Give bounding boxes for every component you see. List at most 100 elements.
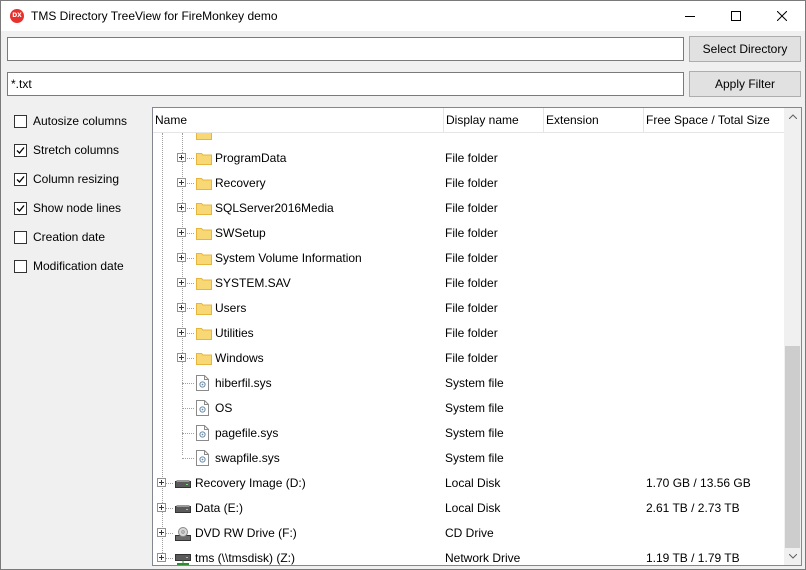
- folder-icon: [196, 252, 212, 268]
- tree-row[interactable]: OS System file: [153, 396, 785, 421]
- expand-toggle[interactable]: [177, 353, 186, 362]
- select-directory-button[interactable]: Select Directory: [689, 36, 801, 62]
- row-name: Utilities: [215, 326, 254, 340]
- option-column-resizing[interactable]: Column resizing: [14, 171, 144, 187]
- row-name: Recovery Image (D:): [195, 476, 306, 490]
- tree-row[interactable]: Utilities File folder: [153, 321, 785, 346]
- tree-row[interactable]: pagefile.sys System file: [153, 421, 785, 446]
- tree-row[interactable]: Recovery File folder: [153, 171, 785, 196]
- expand-toggle[interactable]: [177, 253, 186, 262]
- checkbox[interactable]: [14, 201, 27, 215]
- tree-row[interactable]: DVD RW Drive (F:) CD Drive: [153, 521, 785, 546]
- checkmark-icon: [16, 204, 25, 212]
- option-autosize-columns[interactable]: Autosize columns: [14, 113, 144, 129]
- checkmark-icon: [16, 175, 25, 183]
- folder-icon: [196, 327, 212, 343]
- option-modification-date[interactable]: Modification date: [14, 258, 144, 274]
- expand-toggle[interactable]: [157, 553, 166, 562]
- row-display-name: File folder: [445, 276, 498, 290]
- row-display-name: Local Disk: [445, 501, 501, 515]
- column-header-display-name[interactable]: Display name: [444, 108, 544, 133]
- tree-row[interactable]: Users File folder: [153, 296, 785, 321]
- expand-toggle[interactable]: [177, 228, 186, 237]
- checkbox[interactable]: [14, 172, 27, 186]
- row-display-name: Local Disk: [445, 476, 501, 490]
- expand-toggle[interactable]: [177, 328, 186, 337]
- tree-rows: ProgramData File folder Recovery File folde…: [153, 133, 785, 565]
- scrollbar-thumb[interactable]: [785, 346, 800, 548]
- tree-row[interactable]: swapfile.sys System file: [153, 446, 785, 471]
- option-label: Modification date: [33, 259, 124, 273]
- scroll-up-button[interactable]: [784, 108, 801, 125]
- column-header-free-space[interactable]: Free Space / Total Size: [644, 108, 785, 133]
- row-display-name: File folder: [445, 251, 498, 265]
- row-display-name: File folder: [445, 226, 498, 240]
- close-button[interactable]: [759, 1, 805, 31]
- network-drive-icon: [175, 552, 191, 565]
- row-display-name: System file: [445, 451, 504, 465]
- option-creation-date[interactable]: Creation date: [14, 229, 144, 245]
- tree-line: [182, 408, 194, 409]
- tree-row[interactable]: SQLServer2016Media File folder: [153, 196, 785, 221]
- directory-treeview[interactable]: Name Display name Extension Free Space /…: [152, 107, 802, 566]
- hard-drive-icon: [175, 477, 191, 492]
- tree-row[interactable]: SYSTEM.SAV File folder: [153, 271, 785, 296]
- expand-toggle[interactable]: [157, 528, 166, 537]
- expand-toggle[interactable]: [177, 303, 186, 312]
- column-header-name[interactable]: Name: [153, 108, 444, 133]
- checkbox[interactable]: [14, 230, 27, 244]
- directory-input[interactable]: [7, 37, 684, 61]
- filter-input[interactable]: *.txt: [7, 72, 684, 96]
- tree-row[interactable]: SWSetup File folder: [153, 221, 785, 246]
- row-name: ProgramData: [215, 151, 287, 165]
- expand-toggle[interactable]: [177, 278, 186, 287]
- tree-row[interactable]: Data (E:) Local Disk 2.61 TB / 2.73 TB: [153, 496, 785, 521]
- row-display-name: System file: [445, 426, 504, 440]
- minimize-button[interactable]: [667, 1, 713, 31]
- tree-row[interactable]: Windows File folder: [153, 346, 785, 371]
- checkbox[interactable]: [14, 114, 27, 128]
- expand-toggle[interactable]: [177, 203, 186, 212]
- tree-row[interactable]: tms (\\tmsdisk) (Z:) Network Drive 1.19 TB…: [153, 546, 785, 565]
- folder-icon: [196, 152, 212, 168]
- option-label: Show node lines: [33, 201, 122, 215]
- system-file-icon: [196, 425, 209, 444]
- expand-toggle[interactable]: [177, 153, 186, 162]
- column-header-extension[interactable]: Extension: [544, 108, 644, 133]
- option-label: Column resizing: [33, 172, 120, 186]
- row-free-space: 2.61 TB / 2.73 TB: [646, 501, 740, 515]
- title-bar[interactable]: DX TMS Directory TreeView for FireMonkey…: [1, 1, 805, 31]
- apply-filter-button[interactable]: Apply Filter: [689, 71, 801, 97]
- system-file-icon: [196, 400, 209, 419]
- row-display-name: File folder: [445, 301, 498, 315]
- tree-row[interactable]: System Volume Information File folder: [153, 246, 785, 271]
- maximize-button[interactable]: [713, 1, 759, 31]
- system-file-icon: [196, 375, 209, 394]
- option-stretch-columns[interactable]: Stretch columns: [14, 142, 144, 158]
- app-icon: DX: [10, 9, 24, 23]
- row-name: Data (E:): [195, 501, 244, 515]
- chevron-up-icon: [788, 114, 797, 119]
- tree-row[interactable]: Recovery Image (D:) Local Disk 1.70 GB / 1…: [153, 471, 785, 496]
- row-name: hiberfil.sys: [215, 376, 272, 390]
- tree-line: [182, 383, 194, 384]
- option-show-node-lines[interactable]: Show node lines: [14, 200, 144, 216]
- row-free-space: 1.70 GB / 13.56 GB: [646, 476, 751, 490]
- tree-row[interactable]: ProgramData File folder: [153, 146, 785, 171]
- close-icon: [777, 11, 787, 21]
- expand-toggle[interactable]: [177, 178, 186, 187]
- row-display-name: File folder: [445, 176, 498, 190]
- checkbox[interactable]: [14, 259, 27, 273]
- expand-toggle[interactable]: [157, 478, 166, 487]
- row-display-name: Network Drive: [445, 551, 521, 565]
- row-name: tms (\\tmsdisk) (Z:): [195, 551, 295, 565]
- maximize-icon: [731, 11, 741, 21]
- checkbox[interactable]: [14, 143, 27, 157]
- row-name: SWSetup: [215, 226, 266, 240]
- row-free-space: 1.19 TB / 1.79 TB: [646, 551, 740, 565]
- tree-row[interactable]: hiberfil.sys System file: [153, 371, 785, 396]
- expand-toggle[interactable]: [157, 503, 166, 512]
- row-name: SQLServer2016Media: [215, 201, 334, 215]
- vertical-scrollbar[interactable]: [784, 108, 801, 565]
- scroll-down-button[interactable]: [784, 548, 801, 565]
